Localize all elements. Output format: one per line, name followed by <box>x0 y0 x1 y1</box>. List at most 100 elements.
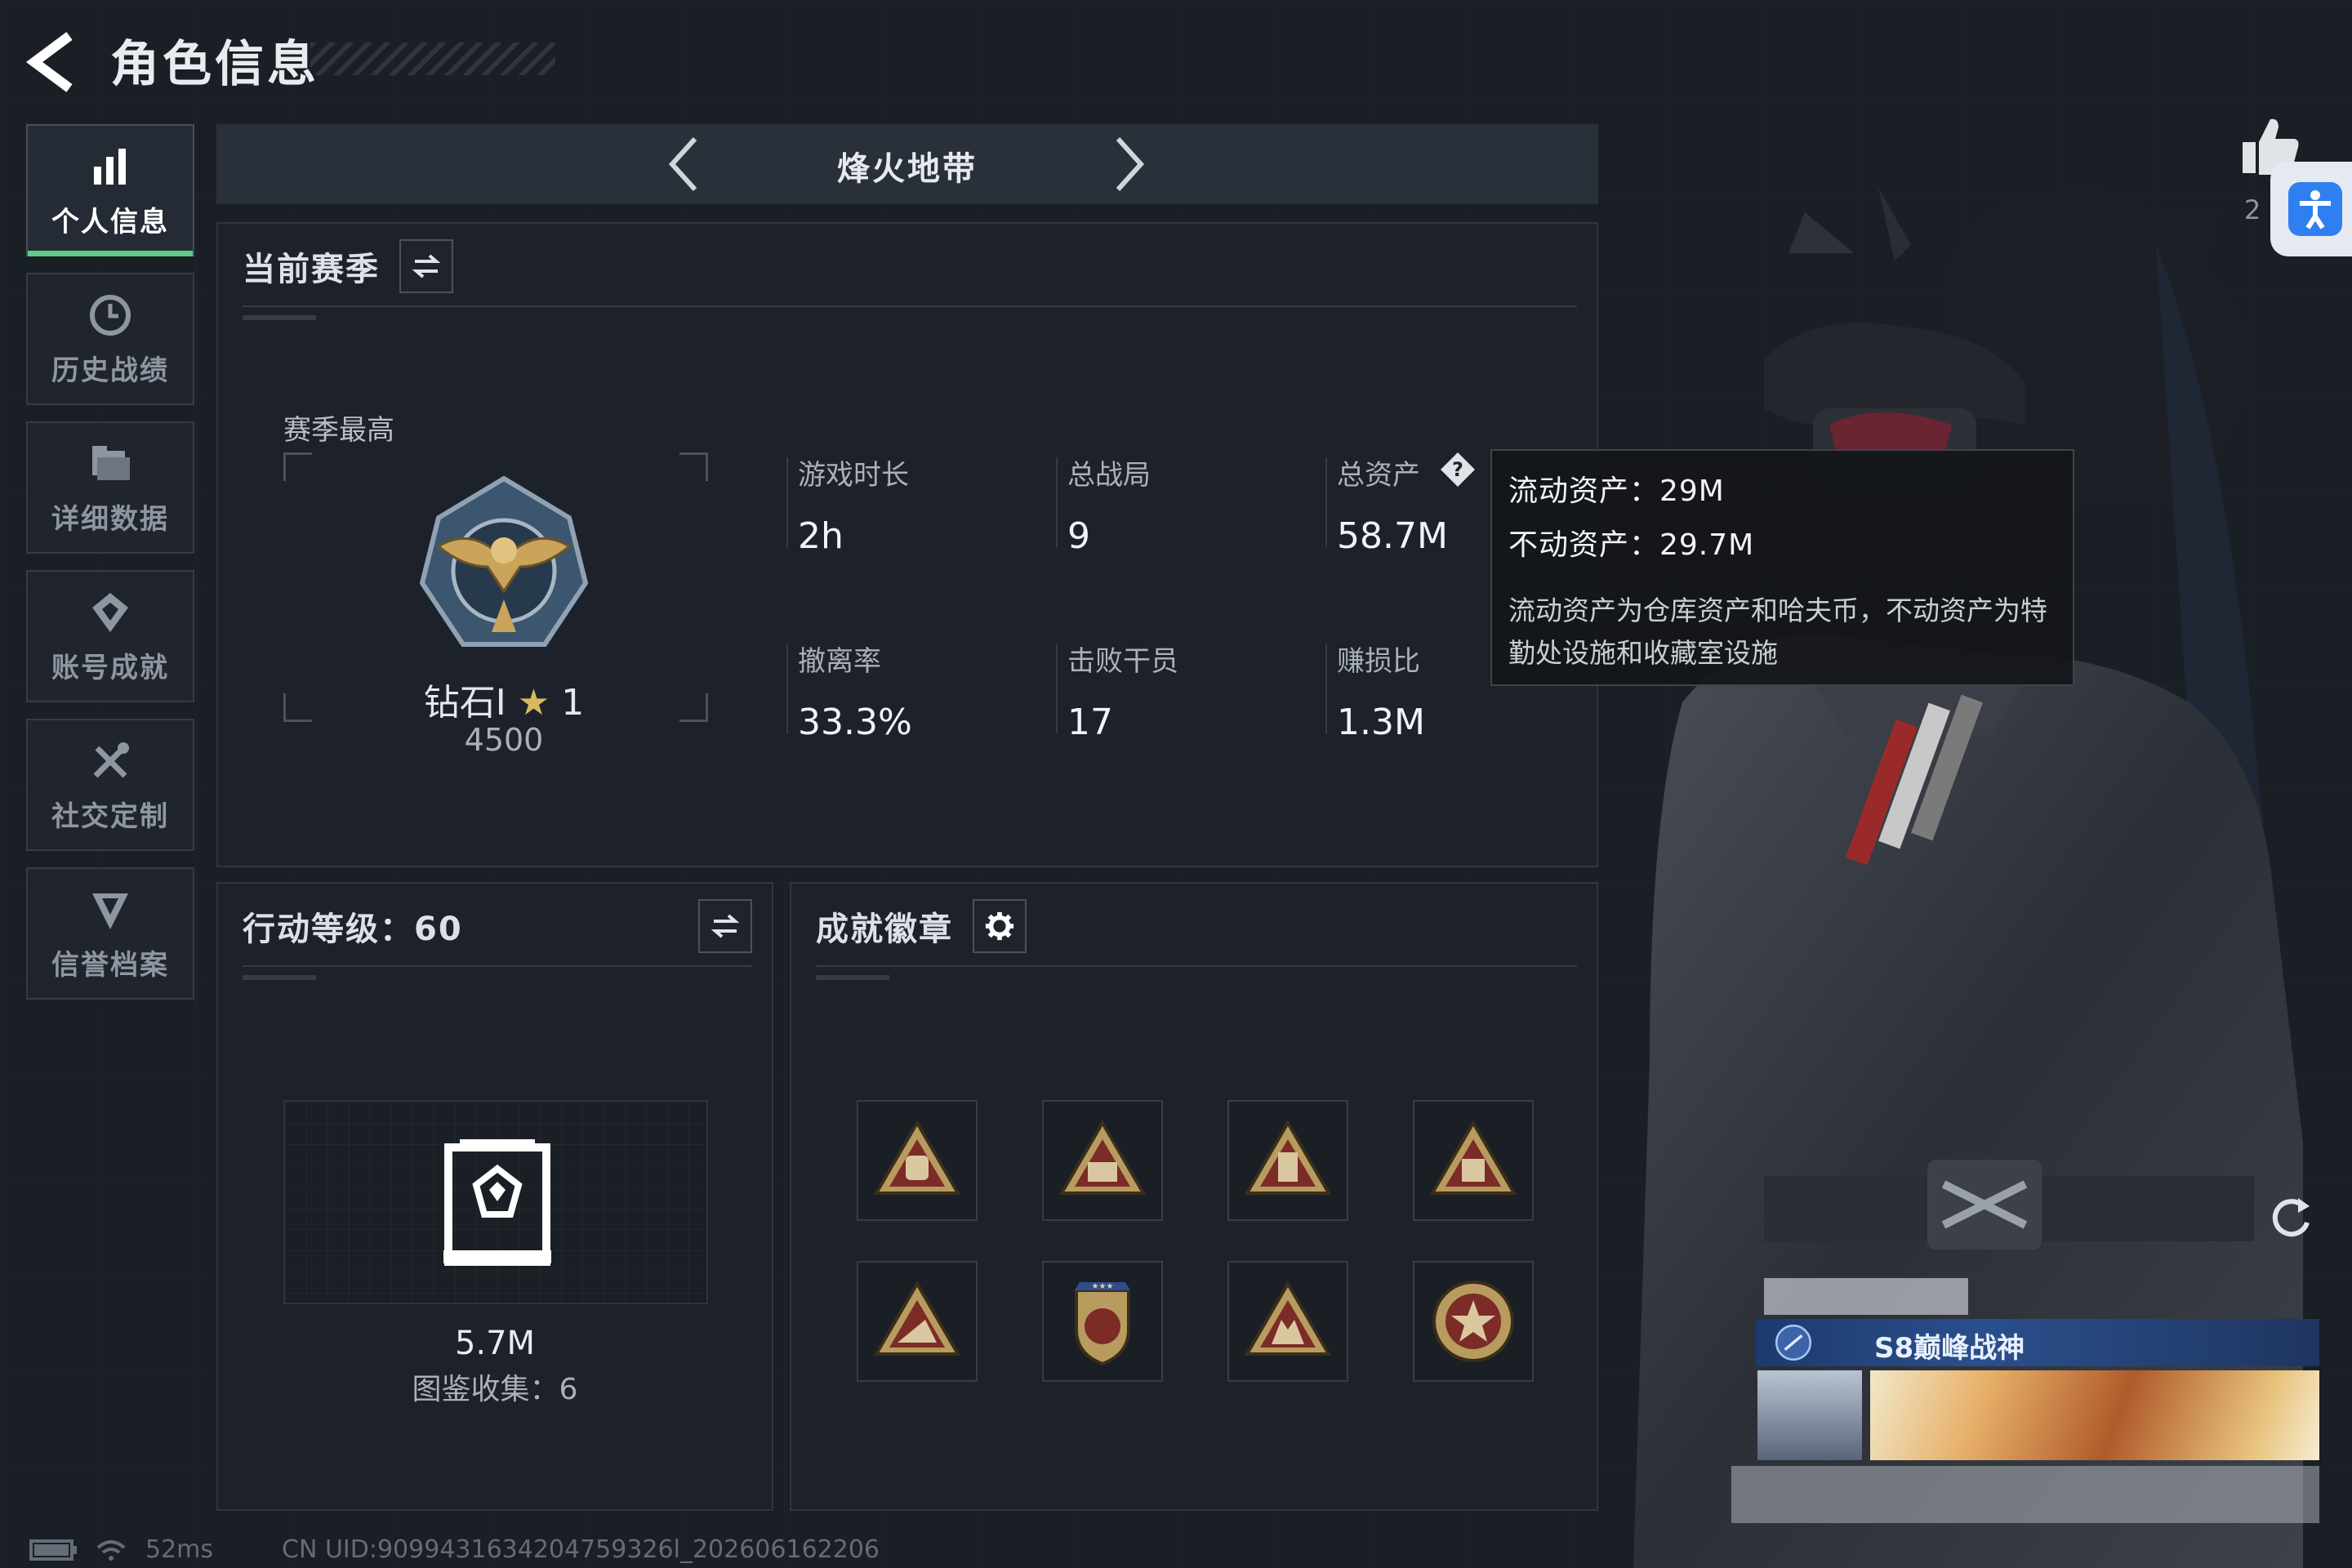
shield-badge-icon <box>92 893 128 929</box>
tooltip-description: 流动资产为仓库资产和哈夫币，不动资产为特勤处设施和收藏室设施 <box>1508 595 2047 669</box>
level-value: 5.7M <box>454 1325 536 1362</box>
sidebar-item-label: 账号成就 <box>51 651 169 684</box>
divider <box>243 305 1577 307</box>
title-decoration <box>310 42 555 75</box>
user-uid: CN UID:9099431634204759326l_202606162206 <box>282 1535 880 1564</box>
stat-label: 击败干员 <box>1067 645 1178 678</box>
badge-star-medal[interactable] <box>1413 1261 1534 1382</box>
like-count: 2 <box>2244 194 2261 225</box>
stat-value: 33.3% <box>798 702 912 743</box>
question-diamond-icon: ? <box>1441 452 1475 487</box>
stat-value: 9 <box>1067 515 1090 557</box>
bag-triangle-badge-icon <box>1429 1120 1517 1195</box>
squad-triangle-badge-icon <box>1244 1281 1332 1356</box>
frame-corner <box>283 452 312 481</box>
star-medal-badge-icon <box>1432 1281 1514 1362</box>
rotate-view-button[interactable] <box>2262 1188 2319 1245</box>
folder-icon <box>92 445 130 480</box>
blurred-player-info <box>1731 1466 2319 1523</box>
56-triangle-badge-icon <box>1058 1120 1147 1195</box>
battery-icon <box>29 1539 77 1561</box>
achievement-icon <box>92 592 128 632</box>
stat-playtime: 游戏时长 2h <box>786 452 909 557</box>
tools-icon <box>93 742 129 777</box>
star-icon: ★ <box>517 682 550 724</box>
diamond-rank-emblem-icon <box>419 475 589 647</box>
frame-corner <box>679 693 708 722</box>
sidebar-item-history[interactable]: 历史战绩 <box>26 273 194 405</box>
collection-count: 图鉴收集：6 <box>412 1373 578 1406</box>
gear-icon <box>985 911 1014 941</box>
title-emblem-icon <box>1775 1324 1812 1361</box>
mode-next-button[interactable] <box>1098 134 1156 194</box>
page-title: 角色信息 <box>110 36 319 93</box>
stat-value: 58.7M <box>1337 515 1448 557</box>
stat-extraction-rate: 撤离率 33.3% <box>786 639 912 743</box>
sidebar-item-personal-info[interactable]: 个人信息 <box>26 124 194 256</box>
stat-label: 赚损比 <box>1337 645 1420 678</box>
back-arrow-icon <box>25 32 73 92</box>
stat-label: 撤离率 <box>798 645 881 678</box>
rotate-icon <box>2272 1198 2310 1237</box>
frame-corner <box>679 452 708 481</box>
player-title: S8巅峰战神 <box>1874 1332 2025 1365</box>
badge-panel: 成就徽章 ★★★ <box>790 882 1598 1511</box>
stat-profit-ratio: 赚损比 1.3M <box>1325 639 1425 743</box>
badge-star-shield[interactable]: ★★★ <box>1042 1261 1163 1382</box>
divider-accent <box>816 975 889 980</box>
sidebar-item-achievements[interactable]: 账号成就 <box>26 570 194 702</box>
soldier-triangle-badge-icon <box>873 1281 961 1356</box>
badge-57[interactable] <box>1227 1100 1348 1221</box>
bar-chart-icon <box>94 148 126 185</box>
sidebar-item-detail-data[interactable]: 详细数据 <box>26 421 194 554</box>
divider-accent <box>243 315 316 320</box>
stat-label: 游戏时长 <box>798 459 909 492</box>
sidebar-item-label: 历史战绩 <box>51 354 169 387</box>
assets-help-button[interactable]: ? <box>1439 451 1477 488</box>
stat-kills: 击败干员 17 <box>1056 639 1178 743</box>
stat-total-assets: 总资产 58.7M <box>1325 452 1448 557</box>
collection-card[interactable] <box>283 1100 708 1304</box>
svg-text:?: ? <box>1452 458 1463 481</box>
svg-text:★★★: ★★★ <box>1092 1282 1114 1291</box>
star-shield-badge-icon: ★★★ <box>1075 1282 1130 1366</box>
sidebar-item-label: 信誉档案 <box>51 948 169 982</box>
mode-title: 烽火地带 <box>837 150 978 188</box>
badge-55[interactable] <box>857 1100 978 1221</box>
player-avatar[interactable] <box>1757 1370 1862 1460</box>
badge-header: 成就徽章 <box>816 899 1027 953</box>
badge-56[interactable] <box>1042 1100 1163 1221</box>
sidebar-item-label: 社交定制 <box>51 800 169 833</box>
display-case-icon <box>443 1139 551 1266</box>
tooltip-fixed-assets: 不动资产：29.7M <box>1508 528 1755 562</box>
level-switch-button[interactable] <box>698 899 752 953</box>
swap-icon <box>412 254 441 278</box>
badge-soldier[interactable] <box>857 1261 978 1382</box>
sidebar-item-social[interactable]: 社交定制 <box>26 719 194 851</box>
season-switch-button[interactable] <box>399 239 453 293</box>
badge-squad[interactable] <box>1227 1261 1348 1382</box>
wifi-icon <box>96 1539 126 1561</box>
status-bar: 52ms CN UID:9099431634204759326l_2026061… <box>29 1535 880 1564</box>
stat-label: 总资产 <box>1337 459 1420 492</box>
sidebar-item-label: 详细数据 <box>51 502 169 536</box>
badge-bag[interactable] <box>1413 1100 1534 1221</box>
back-button[interactable] <box>24 29 82 95</box>
55-triangle-badge-icon <box>873 1120 961 1195</box>
season-highest-label: 赛季最高 <box>283 414 394 447</box>
divider <box>816 965 1577 967</box>
player-title-strip: S8巅峰战神 <box>1756 1319 2319 1366</box>
season-panel: 当前赛季 赛季最高 钻石I ★ 1 4500 游戏时长 2h 总战局 9 总资产 <box>216 222 1598 867</box>
badge-settings-button[interactable] <box>973 899 1027 953</box>
sidebar-item-credit[interactable]: 信誉档案 <box>26 867 194 1000</box>
accessibility-button[interactable] <box>2270 162 2352 256</box>
badge-title: 成就徽章 <box>816 911 953 948</box>
ping-value: 52ms <box>145 1535 214 1564</box>
rank-score: 4500 <box>464 722 544 758</box>
rank-name-row: 钻石I ★ 1 <box>406 673 602 725</box>
divider <box>243 965 752 967</box>
season-title: 当前赛季 <box>243 251 380 288</box>
stat-label: 总战局 <box>1067 459 1151 492</box>
clock-icon <box>90 294 131 336</box>
accessibility-icon <box>2288 182 2342 236</box>
